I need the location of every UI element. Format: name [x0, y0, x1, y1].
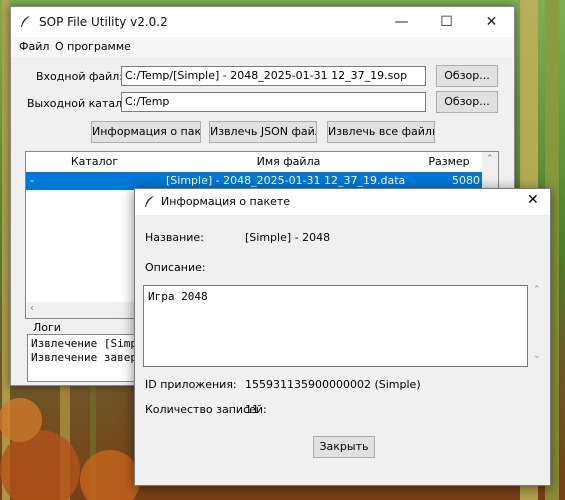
input-file-label: Входной файл: — [36, 70, 123, 83]
app-id-value: 155931135900000002 (Simple) — [245, 378, 421, 391]
scroll-up-icon[interactable]: ⌃ — [533, 285, 541, 295]
dialog-titlebar[interactable]: Информация о пакете ✕ — [135, 189, 550, 215]
package-info-button[interactable]: Информация о пакете — [91, 121, 201, 143]
output-dir-field[interactable]: C:/Temp — [121, 92, 426, 112]
minimize-button[interactable]: — — [379, 7, 424, 37]
logs-title: Логи — [33, 321, 61, 334]
name-label: Название: — [145, 231, 204, 244]
app-id-label: ID приложения: — [145, 378, 237, 391]
menu-about[interactable]: О программе — [55, 40, 131, 53]
cell-catalog: - — [30, 174, 34, 187]
description-textarea[interactable]: Игра 2048 — [143, 285, 528, 367]
column-header-catalog[interactable]: Каталог — [26, 152, 164, 173]
browse-output-button[interactable]: Обзор... — [436, 91, 498, 113]
menu-file[interactable]: Файл — [19, 40, 49, 53]
extract-all-button[interactable]: Извлечь все файлы — [327, 121, 435, 143]
input-file-field[interactable]: C:/Temp/[Simple] - 2048_2025-01-31 12_37… — [121, 66, 426, 86]
maximize-button[interactable]: ☐ — [424, 7, 469, 37]
close-window-button[interactable]: ✕ — [469, 7, 514, 37]
dialog-close-icon[interactable]: ✕ — [527, 192, 539, 208]
menubar: Файл О программе — [11, 37, 514, 57]
dialog-title: Информация о пакете — [161, 195, 291, 208]
scroll-down-icon[interactable]: ⌄ — [533, 351, 541, 361]
package-info-dialog: Информация о пакете ✕ Название: [Simple]… — [134, 188, 551, 486]
feather-icon — [145, 196, 154, 207]
description-scrollbar[interactable]: ⌃ ⌄ — [530, 285, 544, 367]
window-title: SOP File Utility v2.0.2 — [39, 15, 168, 29]
feather-icon — [21, 16, 30, 27]
records-value: 11 — [245, 403, 259, 416]
description-label: Описание: — [145, 261, 206, 274]
column-header-filename[interactable]: Имя файла — [163, 152, 415, 173]
column-header-size[interactable]: Размер (байт) — [414, 152, 485, 188]
main-titlebar[interactable]: SOP File Utility v2.0.2 — ☐ ✕ — [11, 7, 514, 37]
scroll-left-icon[interactable]: ‹ — [30, 303, 34, 314]
name-value: [Simple] - 2048 — [245, 231, 331, 244]
dialog-close-button[interactable]: Закрыть — [313, 436, 375, 458]
scroll-up-icon[interactable]: ⌃ — [486, 154, 494, 164]
browse-input-button[interactable]: Обзор... — [436, 65, 498, 87]
extract-json-button[interactable]: Извлечь JSON файл — [209, 121, 317, 143]
